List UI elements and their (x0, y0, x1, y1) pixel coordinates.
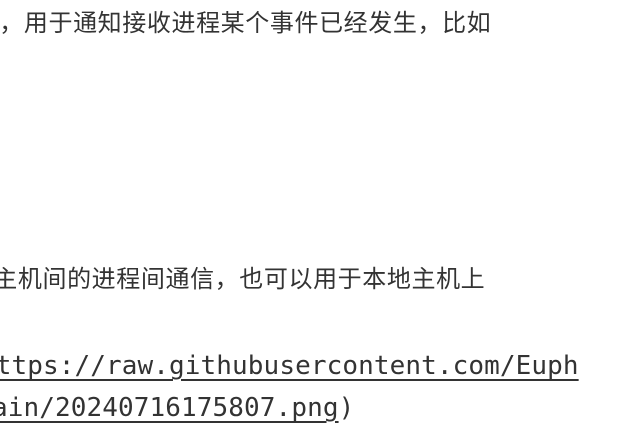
paragraph-1-text: l，用于通知接收进程某个事件已经发生，比如 (0, 9, 492, 37)
image-url-link-part-1[interactable]: https://raw.githubusercontent.com/Euph (0, 351, 579, 381)
image-url-link-part-2[interactable]: ain/20240716175807.png (0, 393, 339, 423)
image-link-line-1: https://raw.githubusercontent.com/Euph (0, 350, 579, 382)
closing-paren: ) (338, 393, 355, 423)
paragraph-2-text: l主机间的进程间通信，也可以用于本地主机上 (0, 265, 486, 293)
image-link-line-2: ain/20240716175807.png) (0, 392, 354, 424)
document-viewport: l，用于通知接收进程某个事件已经发生，比如 l主机间的进程间通信，也可以用于本地… (0, 0, 619, 439)
